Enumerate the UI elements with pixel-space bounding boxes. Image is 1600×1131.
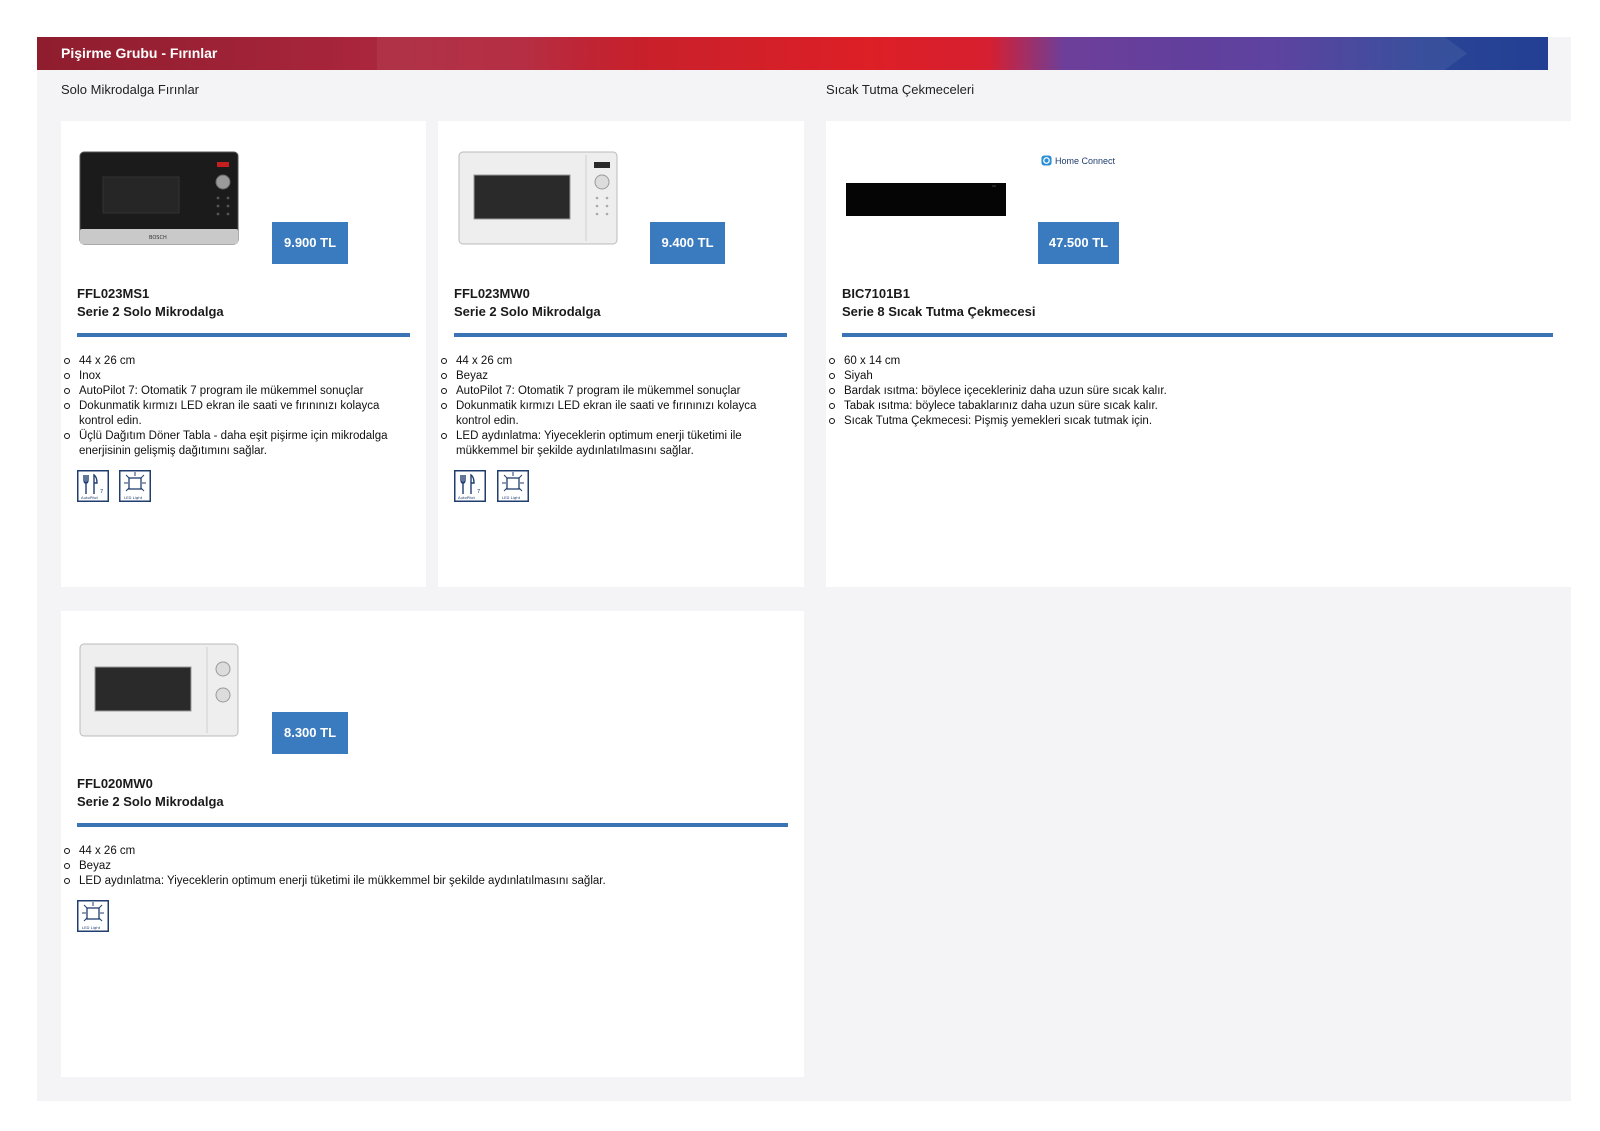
feature-item: Beyaz [440, 369, 780, 384]
led-light-badge-icon: LED Light [497, 470, 529, 502]
section-title-solo-microwave: Solo Mikrodalga Fırınlar [61, 82, 199, 97]
feature-item: Dokunmatik kırmızı LED ekran ile saati v… [440, 399, 780, 429]
svg-text:7: 7 [477, 489, 480, 495]
feature-item: 60 x 14 cm [828, 354, 1528, 369]
product-code: FFL020MW0 [77, 776, 153, 791]
divider [454, 333, 787, 337]
divider [842, 333, 1553, 337]
product-name: Serie 2 Solo Mikrodalga [454, 304, 601, 319]
feature-item: Beyaz [63, 859, 763, 874]
svg-text:AutoPilot: AutoPilot [458, 495, 475, 500]
microwave-image [79, 643, 239, 737]
product-code: FFL023MW0 [454, 286, 530, 301]
svg-text:LED Light: LED Light [124, 495, 143, 500]
category-title: Pişirme Grubu - Fırınlar [61, 45, 218, 61]
feature-item: Inox [63, 369, 403, 384]
product-card: 8.300 TL FFL020MW0 Serie 2 Solo Mikrodal… [61, 611, 804, 1077]
product-card: BOSCH 9.900 TL FFL023MS1 Serie 2 Solo Mi… [61, 121, 426, 587]
feature-item: Tabak ısıtma: böylece tabaklarınız daha … [828, 399, 1528, 414]
feature-item: Sıcak Tutma Çekmecesi: Pişmiş yemekleri … [828, 414, 1528, 429]
feature-item: 44 x 26 cm [63, 844, 763, 859]
feature-item: Siyah [828, 369, 1528, 384]
section-title-warming-drawers: Sıcak Tutma Çekmeceleri [826, 82, 975, 97]
product-name: Serie 2 Solo Mikrodalga [77, 794, 224, 809]
feature-item: 44 x 26 cm [440, 354, 780, 369]
feature-item: AutoPilot 7: Otomatik 7 program ile müke… [63, 384, 403, 399]
product-name: Serie 2 Solo Mikrodalga [77, 304, 224, 319]
feature-item: LED aydınlatma: Yiyeceklerin optimum ene… [440, 429, 780, 459]
product-code: FFL023MS1 [77, 286, 150, 301]
price-tag: 9.400 TL [650, 222, 725, 264]
product-name: Serie 8 Sıcak Tutma Çekmecesi [842, 304, 1036, 319]
autopilot-badge-icon: 7 AutoPilot [454, 470, 486, 502]
feature-item: Üçlü Dağıtım Döner Tabla - daha eşit piş… [63, 429, 403, 459]
price-tag: 47.500 TL [1038, 222, 1119, 264]
feature-list: 44 x 26 cm Inox AutoPilot 7: Otomatik 7 … [63, 354, 403, 459]
home-connect-icon [1041, 155, 1052, 166]
svg-text:AutoPilot: AutoPilot [81, 495, 98, 500]
feature-item: LED aydınlatma: Yiyeceklerin optimum ene… [63, 874, 763, 889]
svg-text:BOSCH: BOSCH [149, 235, 167, 241]
feature-item: 44 x 26 cm [63, 354, 403, 369]
product-card: Home Connect 47.500 TL BIC7101B1 Serie 8… [826, 121, 1571, 587]
price-tag: 8.300 TL [272, 712, 348, 754]
svg-text:LED Light: LED Light [502, 495, 521, 500]
microwave-image [458, 151, 618, 245]
svg-text:7: 7 [100, 489, 103, 495]
feature-item: Bardak ısıtma: böylece içecekleriniz dah… [828, 384, 1528, 399]
divider [77, 333, 410, 337]
feature-item: AutoPilot 7: Otomatik 7 program ile müke… [440, 384, 780, 399]
feature-list: 44 x 26 cm Beyaz LED aydınlatma: Yiyecek… [63, 844, 763, 889]
feature-list: 60 x 14 cm Siyah Bardak ısıtma: böylece … [828, 354, 1528, 429]
product-card: 9.400 TL FFL023MW0 Serie 2 Solo Mikrodal… [438, 121, 804, 587]
led-light-badge-icon: LED Light [77, 900, 109, 932]
category-header-band: Pişirme Grubu - Fırınlar [37, 37, 1548, 70]
price-tag: 9.900 TL [272, 222, 348, 264]
led-light-badge-icon: LED Light [119, 470, 151, 502]
svg-text:LED Light: LED Light [82, 925, 101, 930]
home-connect-logo: Home Connect [1041, 155, 1115, 166]
divider [77, 823, 788, 827]
warming-drawer-image [846, 183, 1006, 216]
product-code: BIC7101B1 [842, 286, 910, 301]
feature-list: 44 x 26 cm Beyaz AutoPilot 7: Otomatik 7… [440, 354, 780, 459]
microwave-image: BOSCH [79, 151, 239, 245]
autopilot-badge-icon: 7 AutoPilot [77, 470, 109, 502]
feature-item: Dokunmatik kırmızı LED ekran ile saati v… [63, 399, 403, 429]
